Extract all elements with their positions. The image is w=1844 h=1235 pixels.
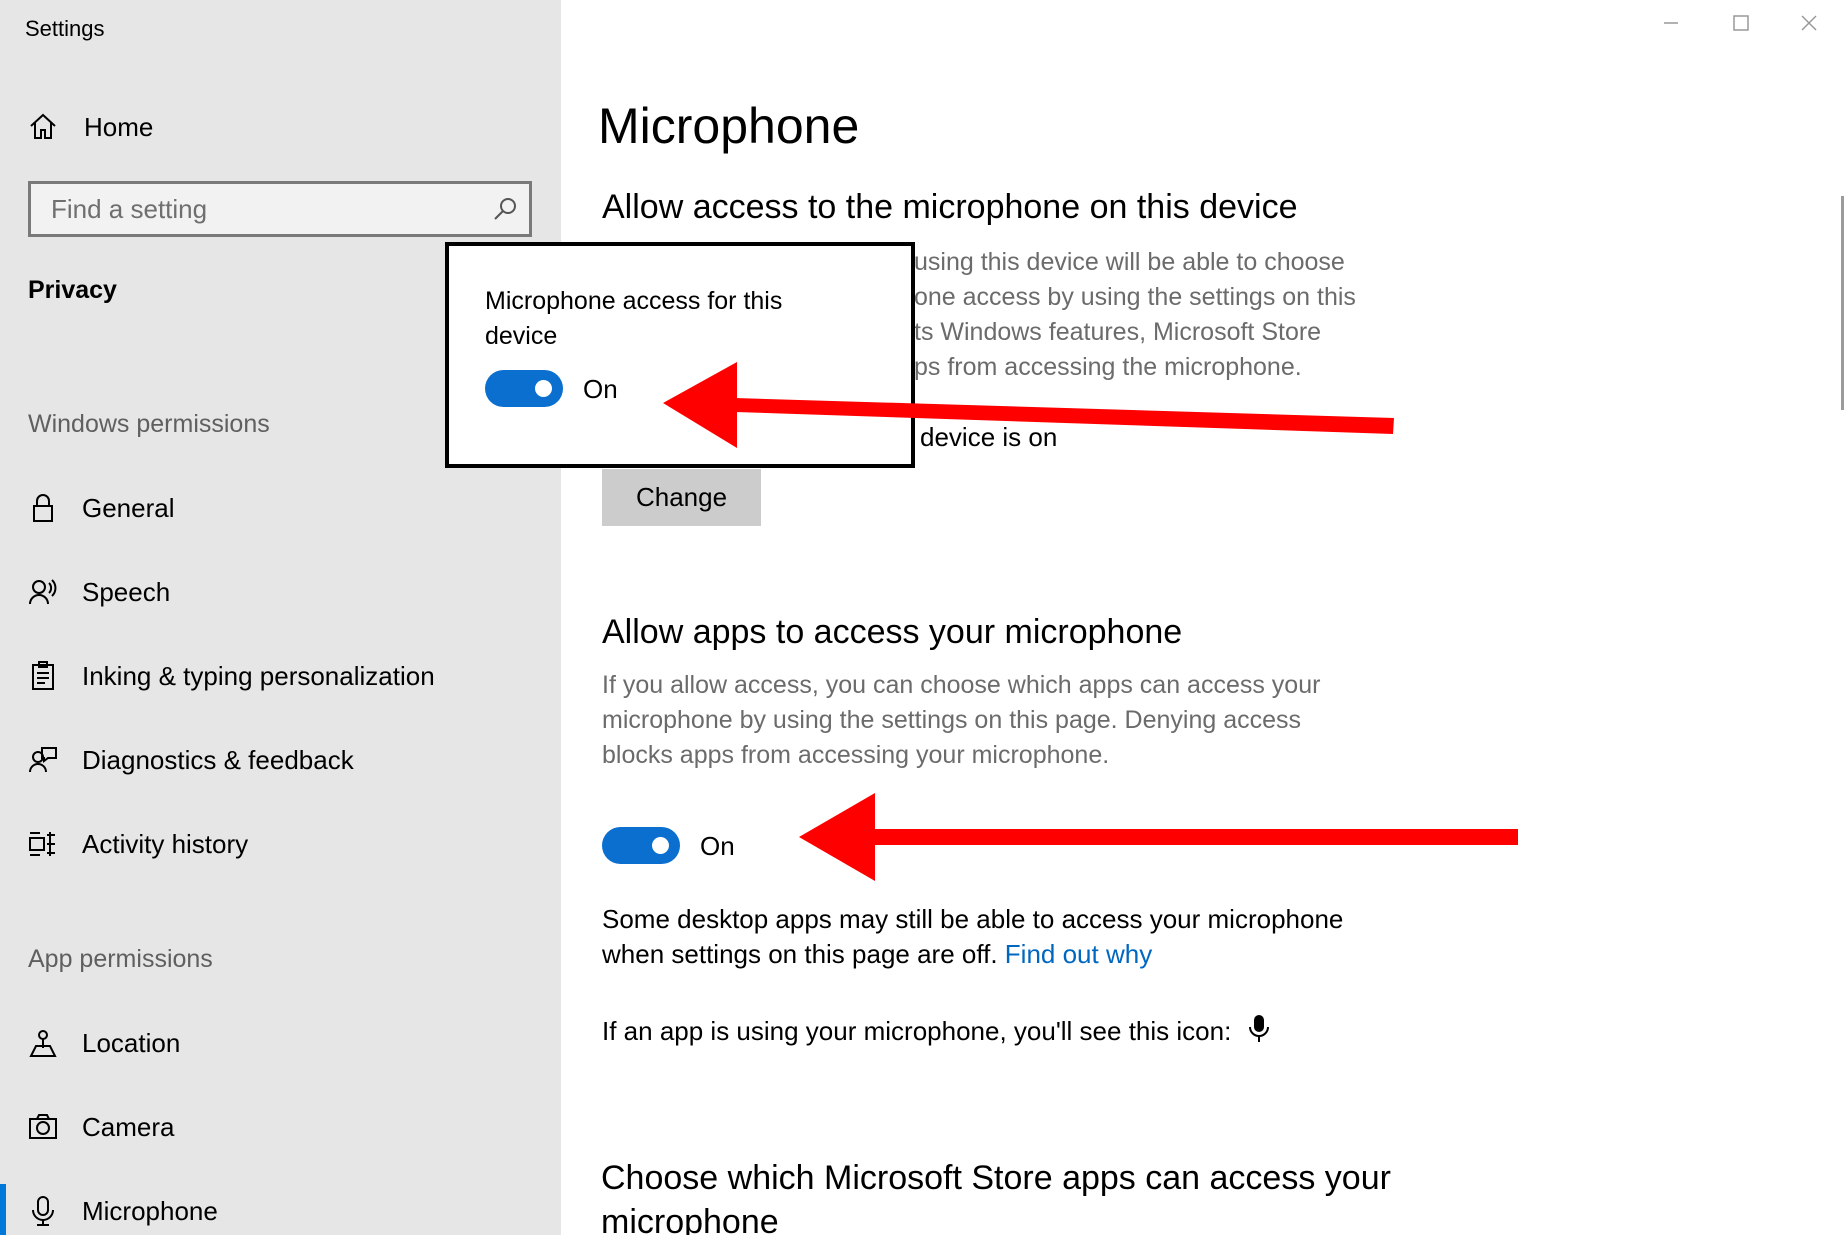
device-access-toggle[interactable]	[485, 370, 563, 407]
search-box[interactable]	[28, 181, 532, 237]
sidebar-item-speech[interactable]: Speech	[0, 561, 561, 623]
desktop-apps-note: Some desktop apps may still be able to a…	[602, 902, 1402, 972]
device-section-description: using this device will be able to choose…	[914, 248, 1356, 381]
sidebar-item-label: Activity history	[82, 828, 249, 859]
maximize-button[interactable]	[1711, 8, 1771, 42]
icon-note: If an app is using your microphone, you'…	[602, 1016, 1232, 1046]
close-button[interactable]	[1779, 8, 1839, 42]
clipboard-icon	[27, 660, 59, 692]
sidebar-item-label: General	[82, 492, 175, 523]
device-section-title: Allow access to the microphone on this d…	[602, 188, 1298, 226]
device-access-toggle-label: On	[583, 374, 618, 404]
toggle-knob	[535, 380, 552, 397]
sidebar-item-diagnostics[interactable]: Diagnostics & feedback	[0, 729, 561, 791]
apps-section-title: Allow apps to access your microphone	[602, 613, 1183, 651]
minimize-button[interactable]	[1641, 8, 1701, 42]
search-icon[interactable]	[491, 195, 519, 223]
sidebar-item-location[interactable]: Location	[0, 1012, 561, 1074]
zoom-callout: Microphone access for this device On	[445, 242, 915, 468]
home-icon	[27, 111, 59, 143]
location-icon	[27, 1027, 59, 1059]
main-content: Microphone Allow access to the microphon…	[561, 0, 1844, 1235]
sidebar-item-label: Inking & typing personalization	[82, 660, 435, 691]
apps-section-description: If you allow access, you can choose whic…	[602, 671, 1321, 769]
microphone-icon	[1248, 1014, 1270, 1044]
sidebar-item-label: Location	[82, 1027, 181, 1058]
store-apps-section-title: Choose which Microsoft Store apps can ac…	[601, 1159, 1391, 1235]
change-button[interactable]: Change	[602, 469, 761, 526]
maximize-icon	[1733, 14, 1749, 36]
windows-permissions-header: Windows permissions	[28, 410, 270, 438]
sidebar-item-label: Speech	[82, 576, 171, 607]
callout-title: Microphone access for this device	[485, 287, 783, 350]
microphone-icon	[27, 1195, 59, 1227]
page-title: Microphone	[598, 98, 860, 154]
find-out-why-link[interactable]: Find out why	[1005, 939, 1152, 969]
apps-access-toggle-label: On	[700, 831, 735, 861]
app-title: Settings	[25, 16, 105, 41]
app-permissions-header: App permissions	[28, 945, 213, 973]
sidebar: Settings Home Privacy Windows permission…	[0, 0, 561, 1235]
sidebar-item-general[interactable]: General	[0, 477, 561, 539]
close-icon	[1801, 14, 1817, 36]
search-input[interactable]	[31, 184, 471, 234]
device-access-status: device is on	[920, 422, 1058, 452]
minimize-icon	[1663, 15, 1679, 36]
sidebar-item-camera[interactable]: Camera	[0, 1096, 561, 1158]
timeline-icon	[27, 828, 59, 860]
speech-icon	[27, 576, 59, 608]
sidebar-item-label: Home	[84, 111, 154, 142]
sidebar-item-microphone[interactable]: Microphone	[0, 1180, 561, 1235]
sidebar-item-home[interactable]: Home	[0, 96, 561, 158]
desktop-apps-note-text: Some desktop apps may still be able to a…	[602, 904, 1344, 969]
apps-access-toggle[interactable]	[602, 827, 680, 864]
sidebar-item-label: Microphone	[82, 1195, 218, 1226]
camera-icon	[27, 1111, 59, 1143]
lock-icon	[27, 492, 59, 524]
sidebar-item-inking[interactable]: Inking & typing personalization	[0, 645, 561, 707]
sidebar-item-activity-history[interactable]: Activity history	[0, 813, 561, 875]
feedback-icon	[27, 744, 59, 776]
sidebar-item-label: Camera	[82, 1111, 175, 1142]
category-header: Privacy	[28, 276, 117, 304]
sidebar-item-label: Diagnostics & feedback	[82, 744, 354, 775]
toggle-knob	[652, 837, 669, 854]
